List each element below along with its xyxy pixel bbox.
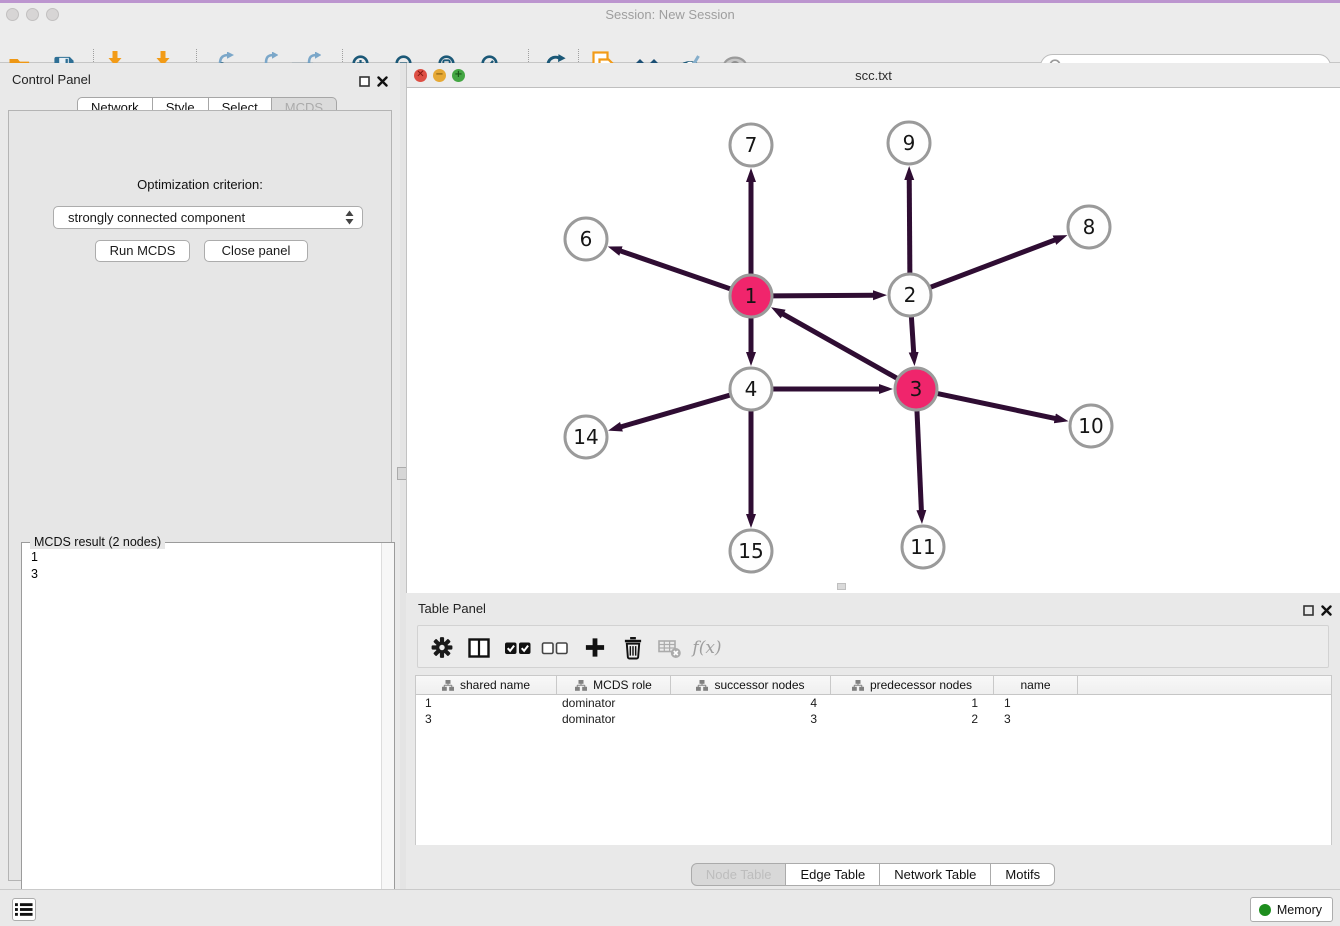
cell-shared-name[interactable]: 3 [416, 711, 557, 727]
cell-successor-nodes[interactable]: 3 [671, 711, 831, 727]
column-label: MCDS role [593, 678, 652, 692]
column-label: predecessor nodes [870, 678, 972, 692]
graph-node-label-3: 3 [910, 377, 923, 401]
graph-node-label-10: 10 [1078, 414, 1103, 438]
graph-node-label-2: 2 [904, 283, 917, 307]
graph-edge-2-3[interactable] [911, 317, 913, 354]
graph-edge-4-14[interactable] [620, 395, 730, 427]
float-table-panel-icon[interactable] [1303, 603, 1315, 615]
graph-node-label-9: 9 [903, 131, 916, 155]
column-label: successor nodes [714, 678, 804, 692]
network-canvas[interactable]: 7 9 6 8 1 2 4 3 14 10 15 11 [407, 88, 1340, 593]
graph-edge-2-8[interactable] [931, 239, 1057, 287]
graph-node-label-7: 7 [745, 133, 758, 157]
node-table-header: shared name MCDS role successor nodes pr… [416, 676, 1331, 695]
tab-node-table[interactable]: Node Table [691, 863, 787, 886]
column-header-name[interactable]: name [994, 676, 1078, 694]
column-label: shared name [460, 678, 530, 692]
cell-successor-nodes[interactable]: 4 [671, 695, 831, 711]
status-bar: Memory [0, 889, 1340, 926]
graph-edge-3-11[interactable] [917, 411, 921, 512]
function-builder-icon-disabled: f(x) [692, 634, 721, 661]
close-panel-button[interactable]: Close panel [204, 240, 308, 262]
graph-edge-3-10[interactable] [938, 394, 1057, 419]
mcds-result-title: MCDS result (2 nodes) [30, 535, 165, 549]
close-panel-icon[interactable] [377, 74, 389, 86]
network-window-titlebar: ✕ − + scc.txt [407, 63, 1340, 88]
memory-label: Memory [1277, 903, 1322, 917]
memory-status-icon [1259, 904, 1271, 916]
graph-node-label-14: 14 [573, 425, 598, 449]
network-view-window: ✕ − + scc.txt 7 9 6 8 1 2 4 3 14 10 15 11 [406, 63, 1340, 593]
cell-shared-name[interactable]: 1 [416, 695, 557, 711]
column-type-icon [442, 680, 454, 691]
canvas-splitter-grip[interactable] [837, 583, 846, 590]
mcds-tab-content: Optimization criterion: strongly connect… [8, 110, 392, 881]
graph-edge-2-9[interactable] [909, 178, 910, 273]
select-all-icon[interactable] [505, 634, 532, 661]
graph-node-label-6: 6 [580, 227, 593, 251]
table-panel: Table Panel [406, 595, 1340, 889]
tab-edge-table[interactable]: Edge Table [786, 863, 880, 886]
table-toolbar: f(x) [417, 625, 1329, 668]
graph-edge-3-1[interactable] [781, 313, 896, 378]
add-column-icon[interactable] [584, 634, 607, 661]
main-toolbar [0, 23, 1340, 63]
cell-mcds-role[interactable]: dominator [557, 695, 671, 711]
network-graph: 7 9 6 8 1 2 4 3 14 10 15 11 [407, 88, 1340, 593]
float-panel-icon[interactable] [359, 74, 371, 86]
column-header-mcds-role[interactable]: MCDS role [557, 676, 671, 694]
cell-mcds-role[interactable]: dominator [557, 711, 671, 727]
control-panel-title: Control Panel [12, 72, 91, 87]
criterion-dropdown[interactable]: strongly connected component [53, 206, 363, 229]
mcds-result-box: MCDS result (2 nodes) 1 3 [21, 542, 395, 919]
column-type-icon [575, 680, 587, 691]
table-settings-gear-icon[interactable] [430, 634, 455, 661]
cell-name[interactable]: 3 [994, 711, 1078, 727]
result-scrollbar-track[interactable] [381, 543, 394, 918]
node-table: shared name MCDS role successor nodes pr… [415, 675, 1332, 845]
table-panel-tabs: Node Table Edge Table Network Table Moti… [406, 863, 1340, 886]
deselect-all-icon[interactable] [542, 634, 569, 661]
graph-node-label-8: 8 [1083, 215, 1096, 239]
run-mcds-button[interactable]: Run MCDS [95, 240, 190, 262]
dropdown-stepper-icon [345, 210, 354, 225]
table-row: 1 dominator 4 1 1 [416, 695, 1331, 711]
column-header-shared-name[interactable]: shared name [416, 676, 557, 694]
column-header-predecessor-nodes[interactable]: predecessor nodes [831, 676, 994, 694]
memory-button[interactable]: Memory [1250, 897, 1333, 922]
graph-node-label-11: 11 [910, 535, 935, 559]
graph-node-label-15: 15 [738, 539, 763, 563]
network-window-title: scc.txt [407, 68, 1340, 83]
main-titlebar: Session: New Session [0, 3, 1340, 23]
graph-edge-1-2[interactable] [773, 295, 875, 296]
cell-name[interactable]: 1 [994, 695, 1078, 711]
tab-network-table[interactable]: Network Table [880, 863, 991, 886]
graph-node-label-4: 4 [745, 377, 758, 401]
column-header-successor-nodes[interactable]: successor nodes [671, 676, 831, 694]
column-type-icon [852, 680, 864, 691]
column-pane-icon[interactable] [467, 634, 491, 661]
control-panel: Control Panel Network Style Select MCDS … [0, 63, 400, 889]
task-history-button[interactable] [12, 898, 36, 921]
table-panel-title: Table Panel [418, 601, 486, 616]
table-row: 3 dominator 3 2 3 [416, 711, 1331, 727]
mcds-result-values: 1 3 [31, 549, 38, 583]
column-type-icon [696, 680, 708, 691]
optimization-criterion-label: Optimization criterion: [9, 177, 391, 192]
fx-label: f(x) [692, 638, 721, 658]
delete-row-trash-icon[interactable] [623, 634, 644, 661]
graph-edge-1-6[interactable] [619, 250, 730, 288]
cell-predecessor-nodes[interactable]: 1 [831, 695, 994, 711]
cell-predecessor-nodes[interactable]: 2 [831, 711, 994, 727]
graph-node-label-1: 1 [745, 284, 758, 308]
window-title: Session: New Session [0, 7, 1340, 22]
tab-motifs[interactable]: Motifs [991, 863, 1055, 886]
list-icon [15, 902, 33, 917]
application-window: Session: New Session [0, 0, 1340, 926]
column-label: name [1020, 678, 1050, 692]
delete-column-icon-disabled [658, 634, 682, 661]
close-table-panel-icon[interactable] [1321, 603, 1333, 615]
criterion-dropdown-value: strongly connected component [68, 210, 345, 225]
